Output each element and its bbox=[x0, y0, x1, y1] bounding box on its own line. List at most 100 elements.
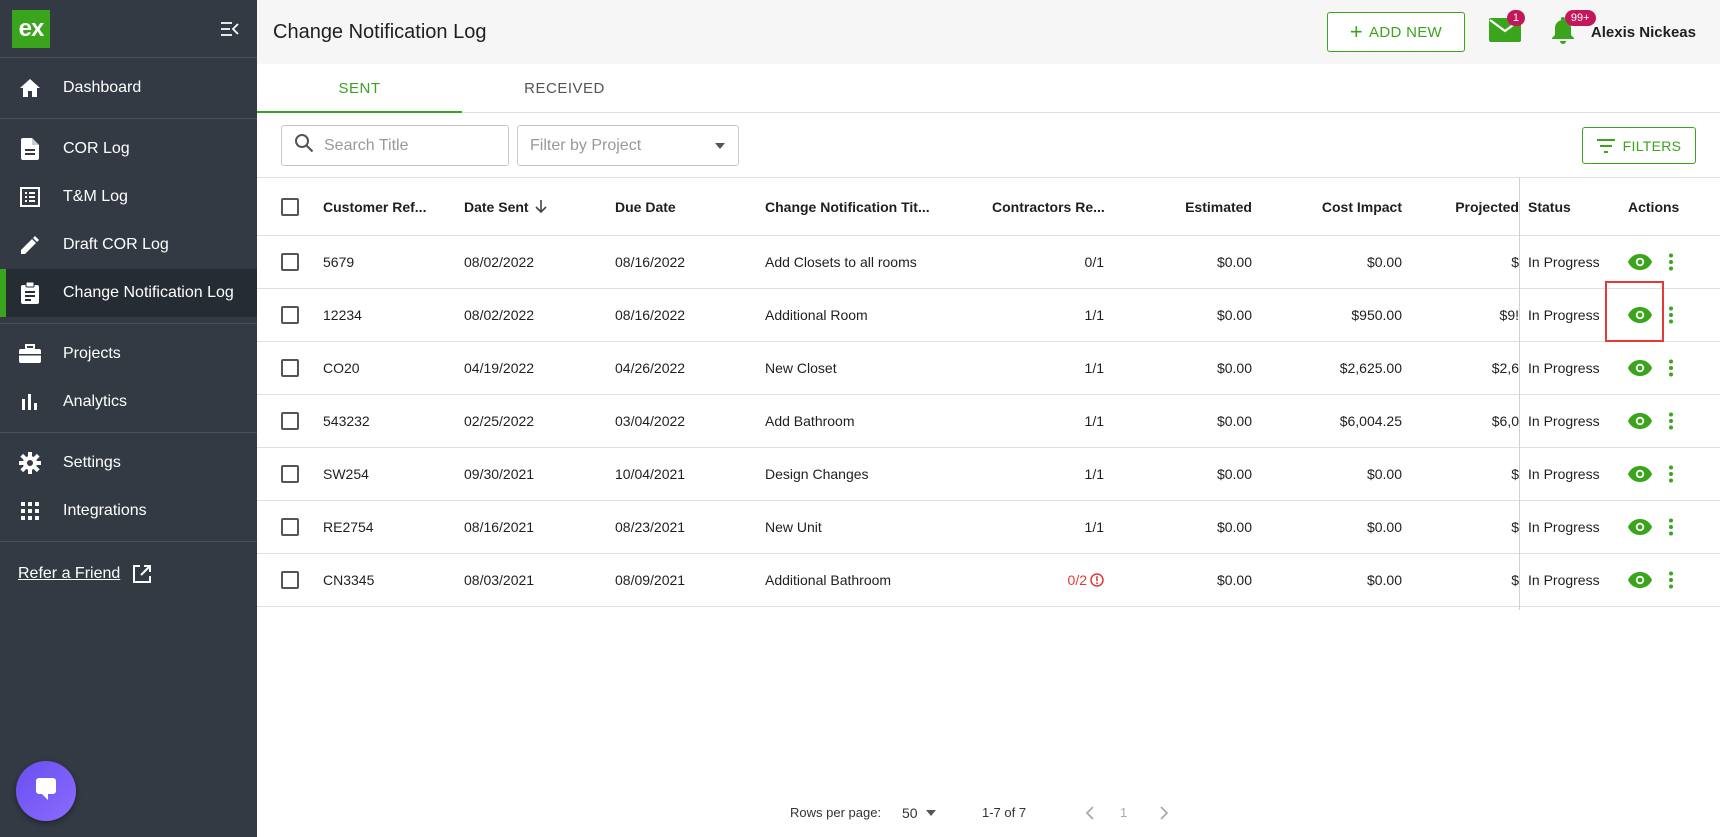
sidebar-item-analytics[interactable]: Analytics bbox=[0, 378, 257, 426]
row-checkbox[interactable] bbox=[281, 571, 299, 589]
cell-estimated: $0.00 bbox=[1216, 572, 1252, 588]
project-filter-select[interactable] bbox=[517, 125, 739, 166]
next-page-icon[interactable] bbox=[1159, 800, 1169, 825]
more-actions[interactable] bbox=[1668, 395, 1678, 447]
col-header-due-date[interactable]: Due Date bbox=[615, 178, 745, 235]
more-actions[interactable] bbox=[1668, 554, 1678, 606]
chat-support-button[interactable] bbox=[16, 761, 76, 821]
view-action[interactable] bbox=[1628, 395, 1652, 447]
mail-button[interactable]: 1 bbox=[1487, 10, 1526, 50]
col-header-status[interactable]: Status bbox=[1528, 178, 1608, 235]
cell-title: Add Bathroom bbox=[765, 413, 855, 429]
sidebar-item-integrations[interactable]: Integrations bbox=[0, 487, 257, 535]
row-checkbox[interactable] bbox=[281, 306, 299, 324]
col-header-contractors[interactable]: Contractors Re... bbox=[992, 178, 1112, 235]
add-new-label: ADD NEW bbox=[1369, 23, 1442, 41]
chat-bubble-icon bbox=[32, 775, 60, 808]
row-checkbox[interactable] bbox=[281, 412, 299, 430]
more-actions[interactable] bbox=[1668, 448, 1678, 500]
cell-cost-impact: $0.00 bbox=[1366, 254, 1402, 270]
add-new-button[interactable]: + ADD NEW bbox=[1326, 12, 1465, 52]
cell-ref: 5679 bbox=[323, 254, 355, 270]
row-checkbox[interactable] bbox=[281, 518, 299, 536]
table-row[interactable]: 12234 08/02/2022 08/16/2022 Additional Room… bbox=[257, 289, 1720, 342]
nav-group-projects: Projects Analytics bbox=[0, 324, 257, 433]
sidebar-item-label: Integrations bbox=[63, 502, 147, 519]
sidebar-item-label: Analytics bbox=[63, 393, 128, 410]
cell-title: New Closet bbox=[765, 360, 837, 376]
table-row[interactable]: CO20 04/19/2022 04/26/2022 New Closet 1/1 $0.… bbox=[257, 342, 1720, 395]
cell-date-sent: 08/02/2022 bbox=[464, 254, 535, 270]
sidebar-item-cor-log[interactable]: COR Log bbox=[0, 125, 257, 173]
sidebar-item-projects[interactable]: Projects bbox=[0, 330, 257, 378]
dropdown-arrow-icon bbox=[714, 137, 726, 155]
row-checkbox[interactable] bbox=[281, 253, 299, 271]
collapse-menu-icon[interactable] bbox=[219, 18, 241, 40]
select-all-checkbox[interactable] bbox=[281, 197, 299, 216]
col-header-projected[interactable]: Projected bbox=[1407, 178, 1519, 235]
tab-sent[interactable]: SENT bbox=[257, 64, 462, 113]
table-row[interactable]: SW254 09/30/2021 10/04/2021 Design Changes 1… bbox=[257, 448, 1720, 501]
kebab-menu-icon bbox=[1668, 465, 1674, 483]
sidebar-item-dashboard[interactable]: Dashboard bbox=[0, 64, 257, 112]
cell-date-sent: 02/25/2022 bbox=[464, 413, 535, 429]
table-row[interactable]: 5679 08/02/2022 08/16/2022 Add Closets to a… bbox=[257, 236, 1720, 289]
previous-page-icon[interactable] bbox=[1085, 800, 1095, 825]
current-page[interactable]: 1 bbox=[1120, 800, 1127, 825]
notifications-button[interactable]: 99+ bbox=[1545, 10, 1596, 50]
eye-icon bbox=[1628, 413, 1652, 429]
sidebar-item-settings[interactable]: Settings bbox=[0, 439, 257, 487]
refer-a-friend-link[interactable]: Refer a Friend bbox=[0, 542, 257, 606]
row-checkbox[interactable] bbox=[281, 465, 299, 483]
cell-date-sent: 08/02/2022 bbox=[464, 307, 535, 323]
sort-down-icon bbox=[535, 199, 547, 214]
table-row[interactable]: CN3345 08/03/2021 08/09/2021 Additional Bat… bbox=[257, 554, 1720, 607]
col-header-date-sent[interactable]: Date Sent bbox=[464, 178, 594, 235]
home-icon bbox=[18, 76, 42, 100]
filters-button[interactable]: FILTERS bbox=[1582, 127, 1696, 164]
table-row[interactable]: 543232 02/25/2022 03/04/2022 Add Bathroom 1/… bbox=[257, 395, 1720, 448]
more-actions[interactable] bbox=[1668, 289, 1678, 341]
col-header-cost-impact[interactable]: Cost Impact bbox=[1267, 178, 1402, 235]
cell-cost-impact: $950.00 bbox=[1351, 307, 1402, 323]
row-checkbox[interactable] bbox=[281, 359, 299, 377]
user-name[interactable]: Alexis Nickeas bbox=[1591, 24, 1696, 41]
col-header-ref[interactable]: Customer Ref... bbox=[323, 178, 443, 235]
more-actions[interactable] bbox=[1668, 342, 1678, 394]
cell-title: New Unit bbox=[765, 519, 822, 535]
cell-title: Add Closets to all rooms bbox=[765, 254, 917, 270]
nav-group-settings: Settings Integrations bbox=[0, 433, 257, 542]
sidebar-item-label: T&M Log bbox=[63, 188, 128, 205]
sidebar-item-label: Settings bbox=[63, 454, 121, 471]
sidebar-item-tm-log[interactable]: T&M Log bbox=[0, 173, 257, 221]
view-action[interactable] bbox=[1628, 501, 1652, 553]
kebab-menu-icon bbox=[1668, 571, 1674, 589]
view-action[interactable] bbox=[1628, 448, 1652, 500]
search-box bbox=[281, 125, 509, 166]
tab-received[interactable]: RECEIVED bbox=[462, 64, 667, 112]
eye-icon bbox=[1628, 466, 1652, 482]
sidebar-item-change-notification-log[interactable]: Change Notification Log bbox=[0, 269, 257, 317]
cell-title: Additional Bathroom bbox=[765, 572, 892, 588]
more-actions[interactable] bbox=[1668, 501, 1678, 553]
sidebar-item-draft-cor-log[interactable]: Draft COR Log bbox=[0, 221, 257, 269]
col-header-title[interactable]: Change Notification Tit... bbox=[765, 178, 965, 235]
cell-status: In Progress bbox=[1528, 572, 1600, 588]
log-tabs: SENT RECEIVED bbox=[257, 64, 1720, 113]
cell-ref: CO20 bbox=[323, 360, 360, 376]
project-filter-input[interactable] bbox=[530, 136, 700, 155]
rows-per-page-value: 50 bbox=[902, 804, 918, 821]
search-input[interactable] bbox=[324, 136, 494, 155]
list-icon bbox=[18, 185, 42, 209]
view-action[interactable] bbox=[1628, 554, 1652, 606]
table-row[interactable]: RE2754 08/16/2021 08/23/2021 New Unit 1/1 $0.… bbox=[257, 501, 1720, 554]
more-actions[interactable] bbox=[1668, 236, 1678, 288]
cell-status: In Progress bbox=[1528, 413, 1600, 429]
app-logo[interactable]: ex bbox=[12, 9, 50, 48]
view-action[interactable] bbox=[1628, 342, 1652, 394]
bar-chart-icon bbox=[18, 390, 42, 414]
rows-per-page-select[interactable]: 50 bbox=[902, 800, 936, 825]
col-header-estimated[interactable]: Estimated bbox=[1127, 178, 1252, 235]
cell-estimated: $0.00 bbox=[1216, 360, 1252, 376]
eye-icon bbox=[1628, 254, 1652, 270]
